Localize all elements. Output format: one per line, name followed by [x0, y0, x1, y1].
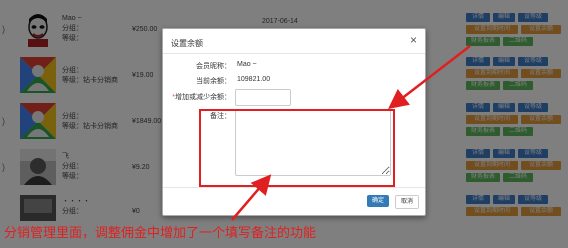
arrow-from-caption	[231, 174, 272, 221]
arrow-from-button	[388, 45, 471, 110]
annotation-caption: 分销管理里面，调整佣金中增加了一个填写备注的功能	[4, 226, 317, 241]
annotation-arrows	[231, 45, 471, 221]
